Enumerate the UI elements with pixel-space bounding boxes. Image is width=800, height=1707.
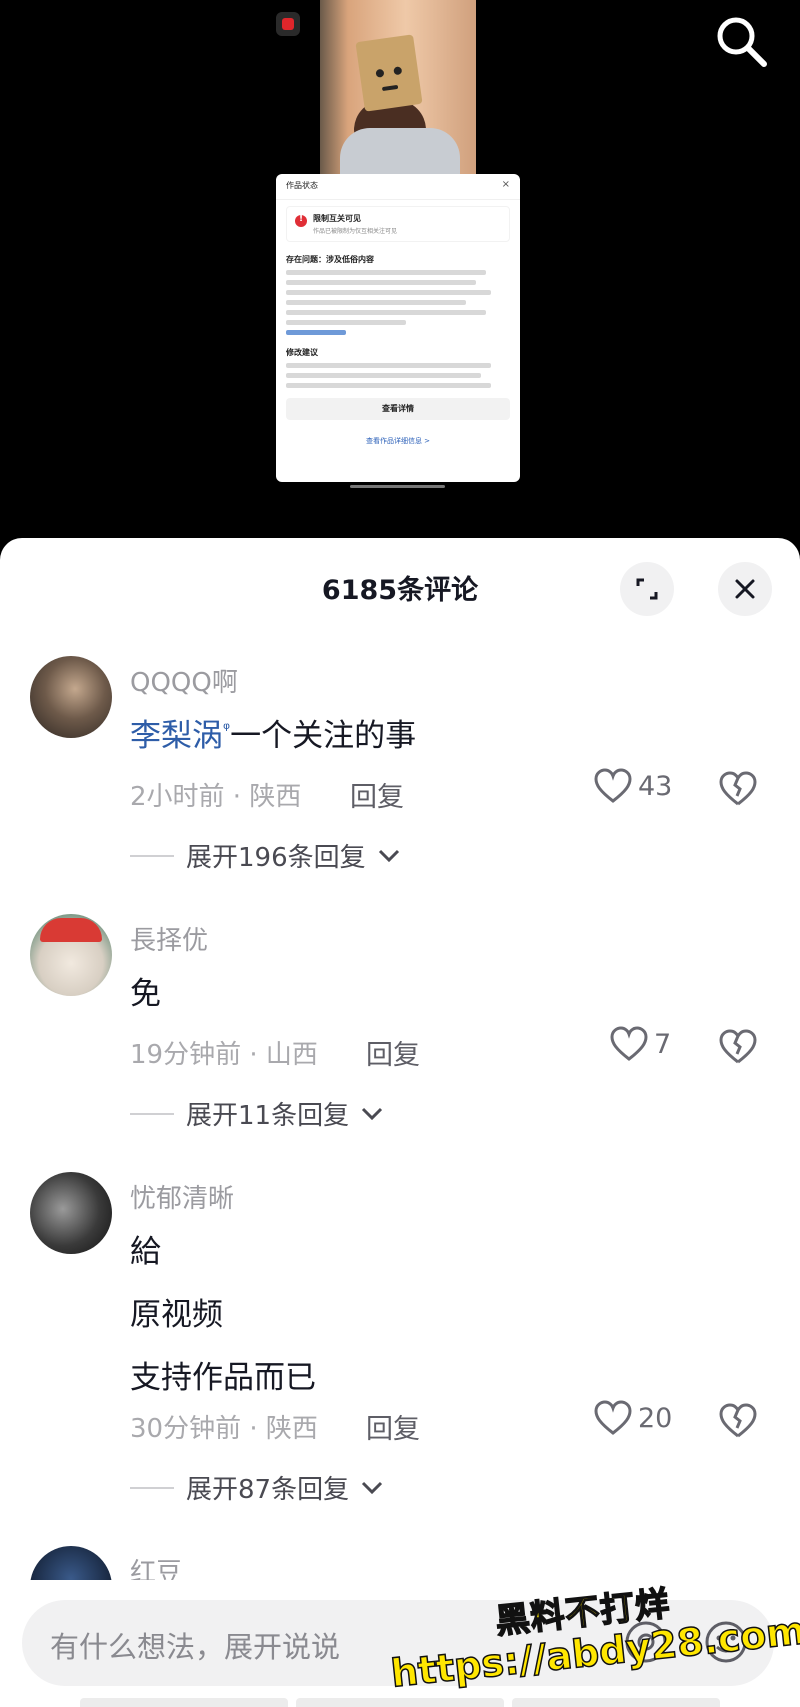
issue-title: 存在问题：涉及低俗内容: [286, 255, 374, 264]
bag-eye: [375, 68, 385, 78]
video-player[interactable]: 作品状态 × 限制互关可见 作品已被限制为仅互相关注可见 存在问题：涉及低俗内容…: [0, 0, 800, 540]
text-placeholder-line: [286, 320, 406, 325]
work-status-card: 作品状态 × 限制互关可见 作品已被限制为仅互相关注可见 存在问题：涉及低俗内容…: [276, 174, 520, 482]
card-close-icon[interactable]: ×: [502, 179, 510, 190]
paper-bag-mask: [355, 34, 423, 112]
text-placeholder-line: [286, 280, 476, 285]
figure-body: [340, 128, 460, 174]
text-placeholder-line: [286, 373, 481, 378]
text-placeholder-line: [286, 270, 486, 275]
view-details-button[interactable]: 查看详情: [286, 398, 510, 420]
work-info-link[interactable]: 查看作品详细信息 >: [286, 436, 510, 446]
search-icon[interactable]: [712, 12, 770, 70]
rules-link-line[interactable]: [286, 330, 346, 335]
tab-stub: [296, 1698, 504, 1707]
text-placeholder-line: [286, 290, 491, 295]
tab-stub: [80, 1698, 288, 1707]
warning-subtitle: 作品已被限制为仅互相关注可见: [313, 228, 398, 235]
video-badge-icon: [276, 12, 300, 36]
comment-item: 红豆: [0, 538, 800, 1580]
card-title: 作品状态: [286, 181, 318, 190]
bag-eye: [393, 66, 403, 76]
video-thumbnail: [320, 0, 476, 174]
warning-title: 限制互关可见: [313, 214, 361, 223]
tab-stub: [512, 1698, 720, 1707]
text-placeholder-line: [286, 383, 491, 388]
card-header: 作品状态 ×: [276, 174, 520, 200]
text-placeholder-line: [286, 363, 491, 368]
comment-sheet: 6185条评论 QQQQ啊 李梨涡ᵠ一个关注的事 2小时前 · 陕西 回复 43: [0, 538, 800, 1707]
comment-username[interactable]: 红豆: [130, 1552, 182, 1580]
bottom-tab-strip: [80, 1698, 720, 1707]
text-placeholder-line: [286, 310, 486, 315]
video-scrub-indicator[interactable]: [350, 485, 445, 488]
suggestion-title: 修改建议: [286, 348, 318, 357]
comment-input-placeholder: 有什么想法，展开说说: [50, 1630, 341, 1664]
warning-box: 限制互关可见 作品已被限制为仅互相关注可见: [286, 206, 510, 242]
text-placeholder-line: [286, 300, 466, 305]
warning-icon: [295, 214, 307, 227]
bag-mouth: [381, 84, 399, 92]
avatar[interactable]: [30, 1546, 112, 1580]
